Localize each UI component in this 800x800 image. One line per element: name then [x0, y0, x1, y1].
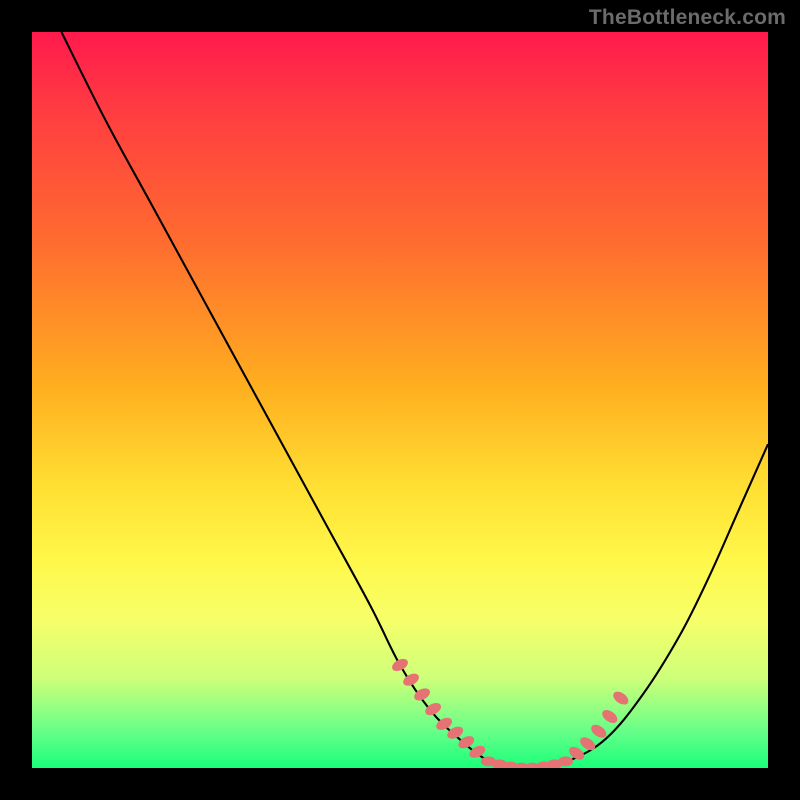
curve-svg	[32, 32, 768, 768]
bottleneck-curve	[61, 32, 768, 768]
marker-dot	[600, 707, 620, 725]
marker-dot	[390, 656, 410, 673]
watermark-text: TheBottleneck.com	[589, 6, 786, 30]
plot-area	[32, 32, 768, 768]
chart-frame: TheBottleneck.com	[0, 0, 800, 800]
marker-dot	[423, 701, 443, 718]
marker-dot	[611, 689, 631, 707]
marker-dot	[558, 756, 573, 766]
observation-markers	[390, 656, 631, 768]
